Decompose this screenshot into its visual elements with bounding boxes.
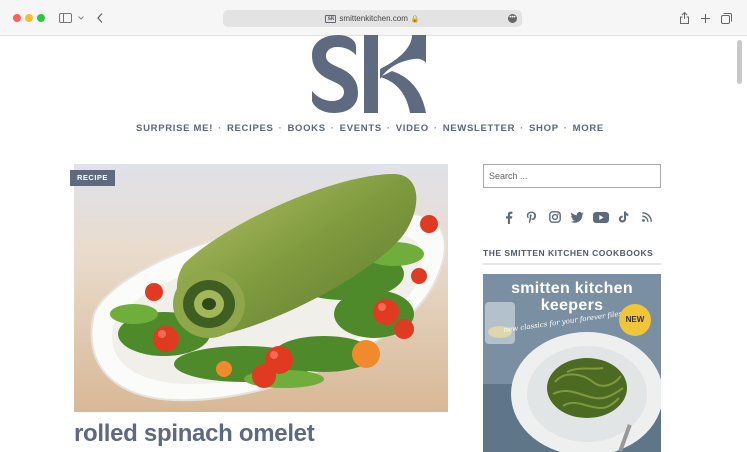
browser-toolbar: sk smittenkitchen.com 🔒 ••• xyxy=(0,0,747,36)
tiktok-icon[interactable] xyxy=(612,209,635,225)
social-links xyxy=(497,209,658,225)
main-nav: SURPRISE ME! · RECIPES · BOOKS · EVENTS · VIDEO ·… xyxy=(136,123,604,134)
instagram-icon[interactable] xyxy=(543,209,566,225)
youtube-icon[interactable] xyxy=(589,209,612,225)
page-menu-icon[interactable]: ••• xyxy=(508,14,517,23)
nav-item-video[interactable]: VIDEO xyxy=(396,123,429,134)
search-input[interactable] xyxy=(483,164,661,188)
nav-item-shop[interactable]: SHOP xyxy=(529,123,559,134)
site-favicon-icon: sk xyxy=(325,14,337,23)
url-text: smittenkitchen.com xyxy=(339,14,408,23)
tab-overview-icon[interactable] xyxy=(720,9,733,27)
sidebar-toggle-icon[interactable] xyxy=(58,9,72,27)
nav-item-recipes[interactable]: RECIPES xyxy=(227,123,274,134)
facebook-icon[interactable] xyxy=(497,209,520,225)
nav-item-events[interactable]: EVENTS xyxy=(340,123,382,134)
nav-item-surprise-me[interactable]: SURPRISE ME! xyxy=(136,123,213,134)
nav-item-newsletter[interactable]: NEWSLETTER xyxy=(443,123,515,134)
nav-item-more[interactable]: MORE xyxy=(573,123,604,134)
page-scrollbar[interactable] xyxy=(737,40,742,84)
nav-item-books[interactable]: BOOKS xyxy=(287,123,325,134)
cookbook-cover[interactable]: smitten kitchen keepers new classics for… xyxy=(483,274,661,452)
lock-icon: 🔒 xyxy=(410,15,420,23)
back-icon[interactable] xyxy=(95,9,105,27)
close-window-button[interactable] xyxy=(13,14,21,22)
pinterest-icon[interactable] xyxy=(520,209,543,225)
post-hero-image[interactable] xyxy=(74,164,448,412)
new-badge: NEW xyxy=(619,304,651,336)
new-tab-icon[interactable] xyxy=(699,9,711,27)
minimize-window-button[interactable] xyxy=(25,14,33,22)
site-logo[interactable] xyxy=(310,33,428,115)
chevron-down-icon[interactable] xyxy=(77,9,85,27)
post-title[interactable]: rolled spinach omelet xyxy=(74,420,315,448)
share-icon[interactable] xyxy=(678,9,690,27)
rss-icon[interactable] xyxy=(635,209,658,225)
twitter-icon[interactable] xyxy=(566,209,589,225)
zoom-window-button[interactable] xyxy=(37,14,45,22)
address-bar[interactable]: sk smittenkitchen.com 🔒 ••• xyxy=(223,10,522,27)
cookbooks-heading: THE SMITTEN KITCHEN COOKBOOKS xyxy=(483,248,661,265)
post-category-badge[interactable]: RECIPE xyxy=(70,170,115,186)
